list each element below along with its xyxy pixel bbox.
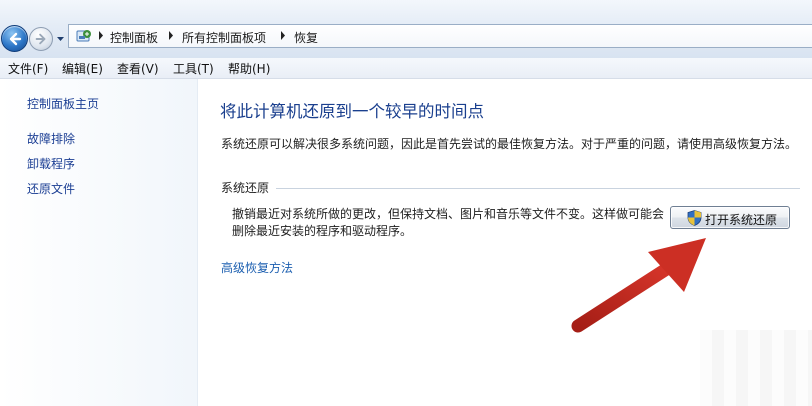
sidebar: 控制面板主页 故障排除 卸载程序 还原文件	[0, 79, 198, 406]
menu-tools[interactable]: 工具(T)	[173, 60, 214, 77]
address-toolbar: 控制面板 所有控制面板项 恢复	[0, 0, 812, 58]
menu-edit[interactable]: 编辑(E)	[62, 60, 103, 77]
open-system-restore-label: 打开系统还原	[705, 213, 778, 227]
advanced-recovery-link[interactable]: 高级恢复方法	[221, 259, 293, 276]
recent-pages-dropdown-icon[interactable]	[56, 34, 65, 43]
breadcrumb-all-items[interactable]: 所有控制面板项	[182, 29, 266, 46]
sidebar-item-uninstall[interactable]: 卸载程序	[27, 155, 75, 172]
menu-view[interactable]: 查看(V)	[117, 60, 159, 77]
address-bar[interactable]: 控制面板 所有控制面板项 恢复	[68, 24, 812, 48]
breadcrumb-separator-icon[interactable]	[280, 31, 286, 40]
section-title: 系统还原	[221, 181, 270, 195]
menu-bar: 文件(F) 编辑(E) 查看(V) 工具(T) 帮助(H)	[0, 58, 812, 79]
breadcrumb-recovery[interactable]: 恢复	[294, 29, 318, 46]
forward-button[interactable]	[29, 27, 53, 51]
page-title: 将此计算机还原到一个较早的时间点	[220, 102, 484, 121]
open-system-restore-button[interactable]: 打开系统还原	[670, 206, 790, 229]
sidebar-home-link[interactable]: 控制面板主页	[27, 95, 99, 112]
intro-text: 系统还原可以解决很多系统问题，因此是首先尝试的最佳恢复方法。对于严重的问题，请使…	[221, 137, 798, 151]
annotation-arrow-icon	[571, 238, 706, 333]
menu-file[interactable]: 文件(F)	[8, 60, 48, 77]
forward-arrow-icon	[35, 33, 46, 45]
sidebar-item-restore-files[interactable]: 还原文件	[27, 180, 75, 197]
control-panel-icon	[76, 30, 91, 42]
background-watermark	[700, 330, 812, 406]
back-button[interactable]	[1, 25, 28, 52]
shield-icon	[687, 210, 702, 226]
menu-help[interactable]: 帮助(H)	[228, 60, 270, 77]
breadcrumb-separator-icon[interactable]	[168, 31, 174, 40]
breadcrumb-control-panel[interactable]: 控制面板	[110, 29, 158, 46]
breadcrumb-separator-icon[interactable]	[98, 31, 104, 40]
sidebar-item-troubleshooting[interactable]: 故障排除	[27, 130, 75, 147]
section-divider	[276, 188, 800, 189]
back-arrow-icon	[9, 32, 22, 46]
